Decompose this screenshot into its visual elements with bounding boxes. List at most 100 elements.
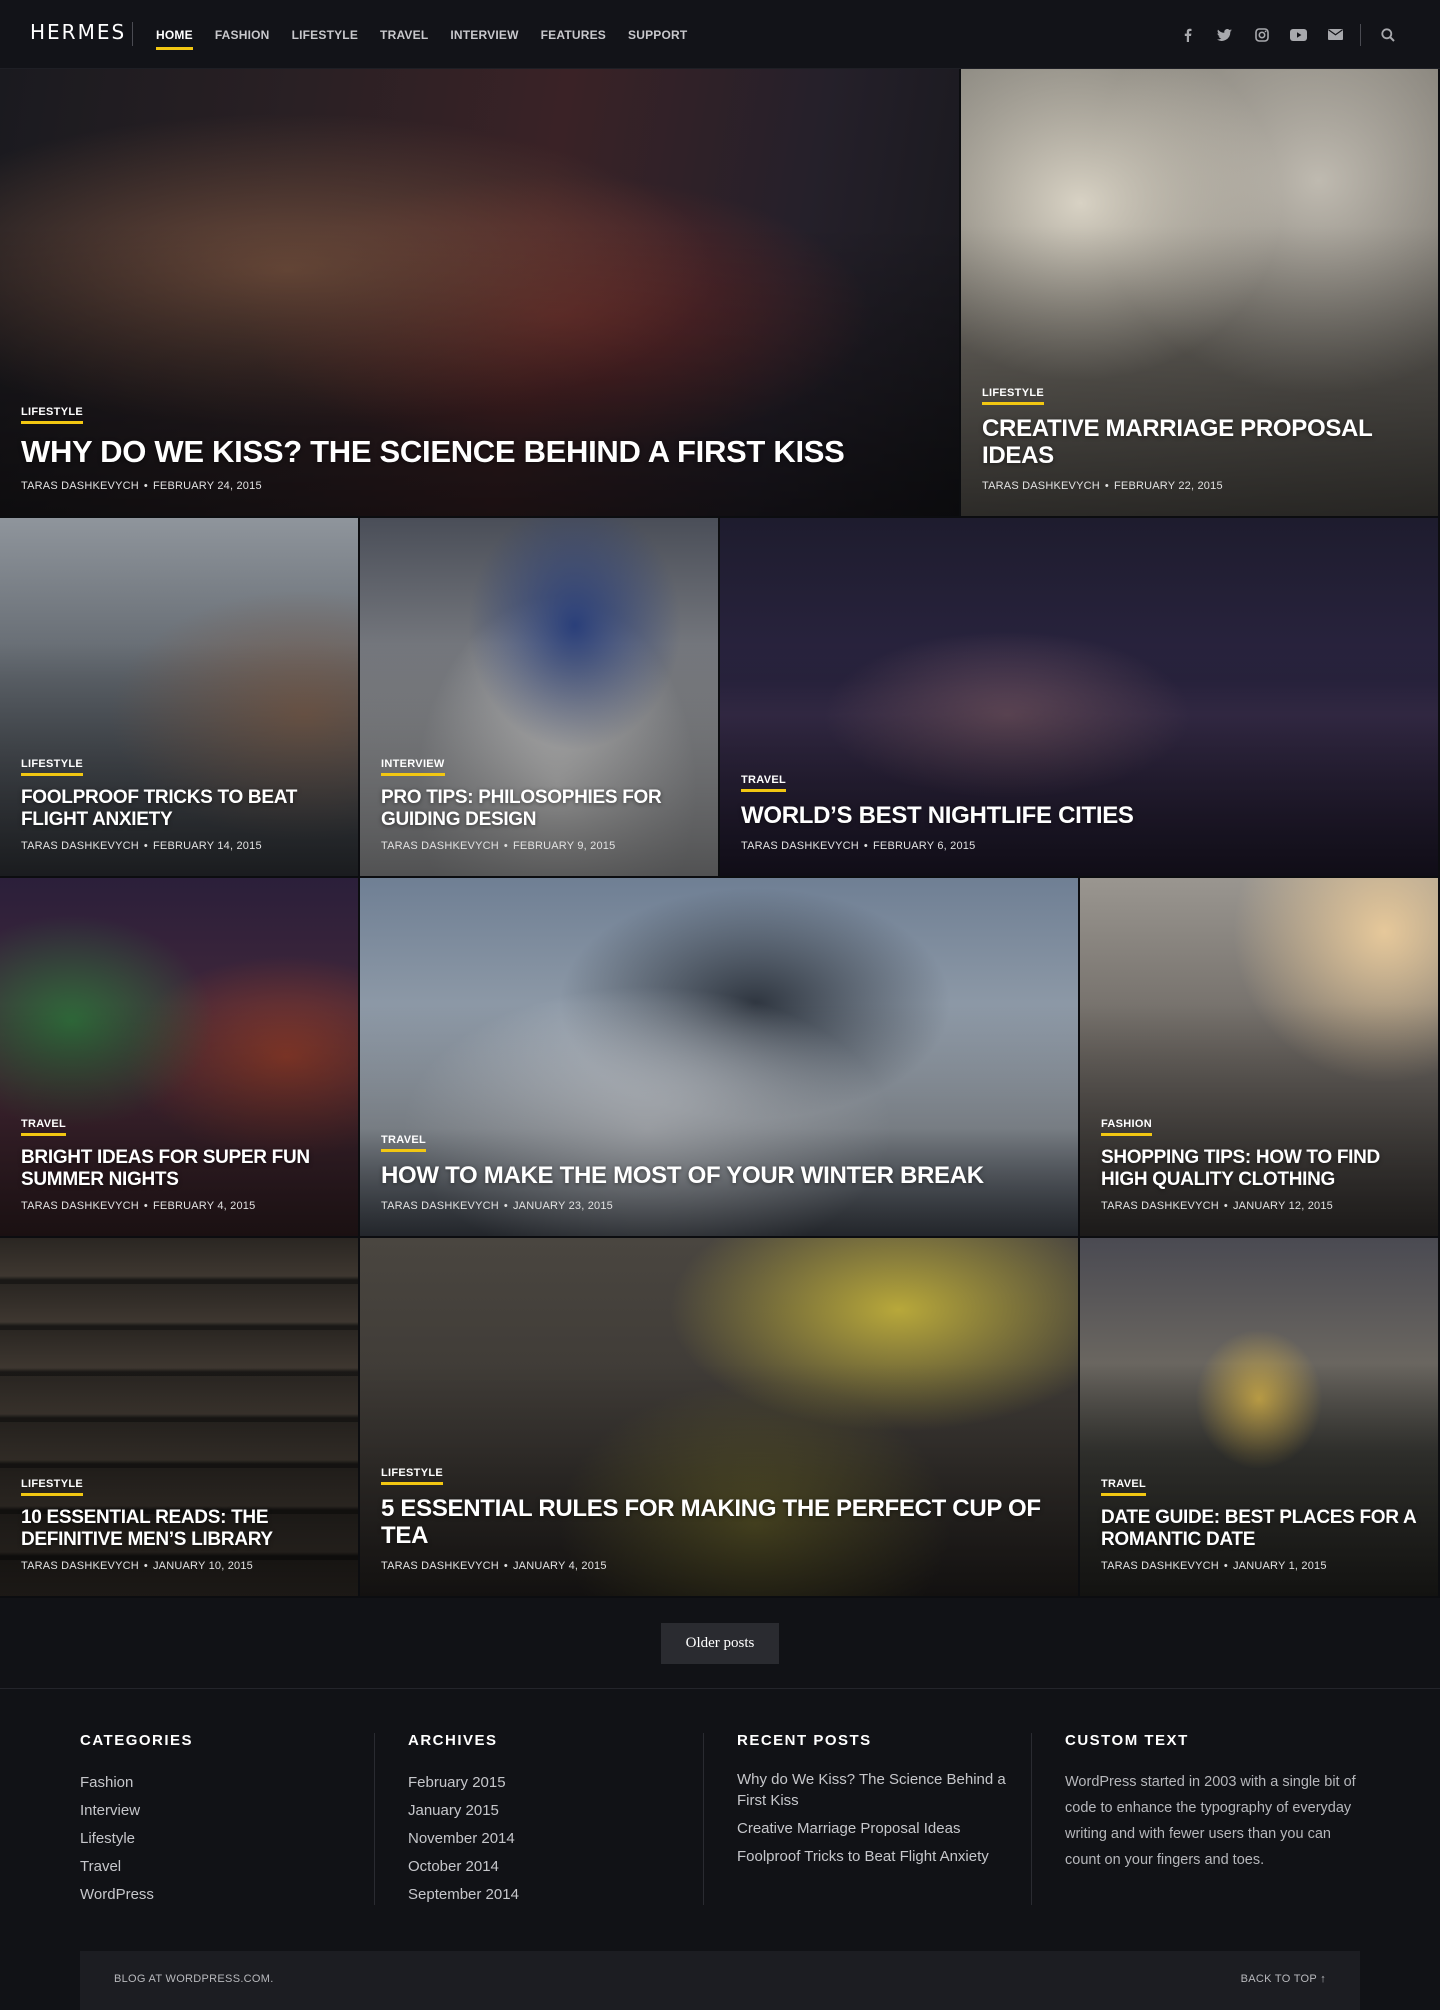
nav-support[interactable]: SUPPORT [628, 24, 687, 46]
site-info-bar: BLOG AT WORDPRESS.COM. BACK TO TOP ↑ [80, 1951, 1360, 2010]
post-title[interactable]: 10 ESSENTIAL READS: THE DEFINITIVE MEN’S… [21, 1507, 337, 1550]
post-category[interactable]: LIFESTYLE [982, 387, 1044, 406]
post-date[interactable]: FEBRUARY 14, 2015 [153, 840, 262, 852]
twitter-icon[interactable] [1206, 20, 1243, 50]
post-tile[interactable]: LIFESTYLE 10 ESSENTIAL READS: THE DEFINI… [0, 1238, 360, 1598]
post-tile[interactable]: INTERVIEW PRO TIPS: PHILOSOPHIES FOR GUI… [360, 518, 720, 878]
post-author[interactable]: TARAS DASHKEVYCH [381, 1200, 499, 1212]
category-link[interactable]: Travel [80, 1853, 340, 1881]
youtube-icon[interactable] [1280, 20, 1317, 50]
category-link[interactable]: Fashion [80, 1769, 340, 1797]
post-tile[interactable]: TRAVEL HOW TO MAKE THE MOST OF YOUR WINT… [360, 878, 1080, 1238]
post-title[interactable]: FOOLPROOF TRICKS TO BEAT FLIGHT ANXIETY [21, 787, 337, 830]
post-author[interactable]: TARAS DASHKEVYCH [21, 480, 139, 492]
post-date[interactable]: FEBRUARY 6, 2015 [873, 840, 975, 852]
post-category[interactable]: TRAVEL [381, 1134, 426, 1153]
post-meta: TARAS DASHKEVYCH • JANUARY 12, 2015 [1101, 1200, 1334, 1212]
post-title[interactable]: CREATIVE MARRIAGE PROPOSAL IDEAS [982, 415, 1417, 470]
post-meta: TARAS DASHKEVYCH • JANUARY 4, 2015 [381, 1560, 607, 1572]
nav-interview[interactable]: INTERVIEW [450, 24, 518, 46]
post-title[interactable]: BRIGHT IDEAS FOR SUPER FUN SUMMER NIGHTS [21, 1147, 337, 1190]
post-info: LIFESTYLE 10 ESSENTIAL READS: THE DEFINI… [21, 1474, 337, 1572]
email-icon[interactable] [1317, 20, 1354, 50]
post-date[interactable]: JANUARY 4, 2015 [513, 1560, 607, 1572]
post-category[interactable]: LIFESTYLE [21, 758, 83, 777]
post-category[interactable]: LIFESTYLE [21, 1478, 83, 1497]
post-tile[interactable]: LIFESTYLE 5 ESSENTIAL RULES FOR MAKING T… [360, 1238, 1080, 1598]
post-category[interactable]: LIFESTYLE [381, 1467, 443, 1486]
post-date[interactable]: JANUARY 12, 2015 [1233, 1200, 1333, 1212]
post-title[interactable]: HOW TO MAKE THE MOST OF YOUR WINTER BREA… [381, 1162, 1057, 1190]
site-logo[interactable]: HERMES [30, 20, 126, 44]
nav-home[interactable]: HOME [156, 24, 193, 50]
post-date[interactable]: FEBRUARY 24, 2015 [153, 480, 262, 492]
post-info: LIFESTYLE 5 ESSENTIAL RULES FOR MAKING T… [381, 1463, 1057, 1572]
site-header: HERMES HOME FASHION LIFESTYLE TRAVEL INT… [0, 0, 1440, 69]
post-tile[interactable]: LIFESTYLE CREATIVE MARRIAGE PROPOSAL IDE… [961, 69, 1440, 518]
post-category[interactable]: TRAVEL [21, 1118, 66, 1137]
older-posts-button[interactable]: Older posts [661, 1623, 779, 1664]
post-author[interactable]: TARAS DASHKEVYCH [741, 840, 859, 852]
post-author[interactable]: TARAS DASHKEVYCH [21, 1200, 139, 1212]
post-tile[interactable]: LIFESTYLE FOOLPROOF TRICKS TO BEAT FLIGH… [0, 518, 360, 878]
facebook-icon[interactable] [1169, 20, 1206, 50]
post-author[interactable]: TARAS DASHKEVYCH [21, 840, 139, 852]
post-category[interactable]: FASHION [1101, 1118, 1152, 1137]
post-date[interactable]: JANUARY 23, 2015 [513, 1200, 613, 1212]
post-category[interactable]: TRAVEL [1101, 1478, 1146, 1497]
post-date[interactable]: FEBRUARY 9, 2015 [513, 840, 615, 852]
post-title[interactable]: DATE GUIDE: BEST PLACES FOR A ROMANTIC D… [1101, 1507, 1417, 1550]
instagram-icon[interactable] [1243, 20, 1280, 50]
nav-fashion[interactable]: FASHION [215, 24, 270, 46]
search-icon[interactable] [1369, 20, 1406, 50]
recent-post-link[interactable]: Creative Marriage Proposal Ideas [737, 1818, 1007, 1839]
recent-post-link[interactable]: Foolproof Tricks to Beat Flight Anxiety [737, 1846, 1007, 1867]
post-title[interactable]: 5 ESSENTIAL RULES FOR MAKING THE PERFECT… [381, 1495, 1057, 1550]
widget-divider [703, 1733, 704, 1905]
post-date[interactable]: FEBRUARY 4, 2015 [153, 1200, 255, 1212]
post-title[interactable]: PRO TIPS: PHILOSOPHIES FOR GUIDING DESIG… [381, 787, 697, 830]
category-link[interactable]: Interview [80, 1797, 340, 1825]
post-tile[interactable]: TRAVEL WORLD’S BEST NIGHTLIFE CITIES TAR… [720, 518, 1440, 878]
nav-travel[interactable]: TRAVEL [380, 24, 428, 46]
header-divider [132, 22, 133, 46]
post-tile[interactable]: FASHION SHOPPING TIPS: HOW TO FIND HIGH … [1080, 878, 1440, 1238]
post-tile[interactable]: TRAVEL BRIGHT IDEAS FOR SUPER FUN SUMMER… [0, 878, 360, 1238]
post-date[interactable]: JANUARY 1, 2015 [1233, 1560, 1327, 1572]
widget-heading: RECENT POSTS [737, 1732, 872, 1749]
post-date[interactable]: FEBRUARY 22, 2015 [1114, 480, 1223, 492]
post-info: TRAVEL BRIGHT IDEAS FOR SUPER FUN SUMMER… [21, 1114, 337, 1212]
wordpress-credit-link[interactable]: BLOG AT WORDPRESS.COM. [114, 1973, 274, 1985]
back-to-top-link[interactable]: BACK TO TOP ↑ [1241, 1973, 1326, 1985]
post-category[interactable]: INTERVIEW [381, 758, 445, 777]
post-date[interactable]: JANUARY 10, 2015 [153, 1560, 253, 1572]
post-author[interactable]: TARAS DASHKEVYCH [381, 1560, 499, 1572]
archive-link[interactable]: January 2015 [408, 1797, 668, 1825]
post-author[interactable]: TARAS DASHKEVYCH [1101, 1560, 1219, 1572]
post-meta: TARAS DASHKEVYCH • FEBRUARY 9, 2015 [381, 840, 616, 852]
post-tile[interactable]: TRAVEL DATE GUIDE: BEST PLACES FOR A ROM… [1080, 1238, 1440, 1598]
archive-link[interactable]: September 2014 [408, 1881, 668, 1909]
widget-heading: CUSTOM TEXT [1065, 1732, 1189, 1749]
post-tile[interactable]: LIFESTYLE WHY DO WE KISS? THE SCIENCE BE… [0, 69, 961, 518]
category-link[interactable]: Lifestyle [80, 1825, 340, 1853]
archive-link[interactable]: November 2014 [408, 1825, 668, 1853]
post-author[interactable]: TARAS DASHKEVYCH [1101, 1200, 1219, 1212]
recent-post-link[interactable]: Why do We Kiss? The Science Behind a Fir… [737, 1769, 1007, 1811]
archive-link[interactable]: February 2015 [408, 1769, 668, 1797]
post-author[interactable]: TARAS DASHKEVYCH [381, 840, 499, 852]
post-author[interactable]: TARAS DASHKEVYCH [21, 1560, 139, 1572]
social-links [1169, 0, 1406, 69]
archive-link[interactable]: October 2014 [408, 1853, 668, 1881]
nav-features[interactable]: FEATURES [541, 24, 606, 46]
post-meta: TARAS DASHKEVYCH • FEBRUARY 6, 2015 [741, 840, 976, 852]
post-category[interactable]: TRAVEL [741, 774, 786, 793]
category-link[interactable]: WordPress [80, 1881, 340, 1909]
post-title[interactable]: WHY DO WE KISS? THE SCIENCE BEHIND A FIR… [21, 435, 938, 470]
post-title[interactable]: WORLD’S BEST NIGHTLIFE CITIES [741, 802, 1417, 830]
post-title[interactable]: SHOPPING TIPS: HOW TO FIND HIGH QUALITY … [1101, 1147, 1417, 1190]
post-author[interactable]: TARAS DASHKEVYCH [982, 480, 1100, 492]
categories-widget: CATEGORIES Fashion Interview Lifestyle T… [80, 1732, 340, 1909]
post-category[interactable]: LIFESTYLE [21, 406, 83, 425]
nav-lifestyle[interactable]: LIFESTYLE [292, 24, 358, 46]
